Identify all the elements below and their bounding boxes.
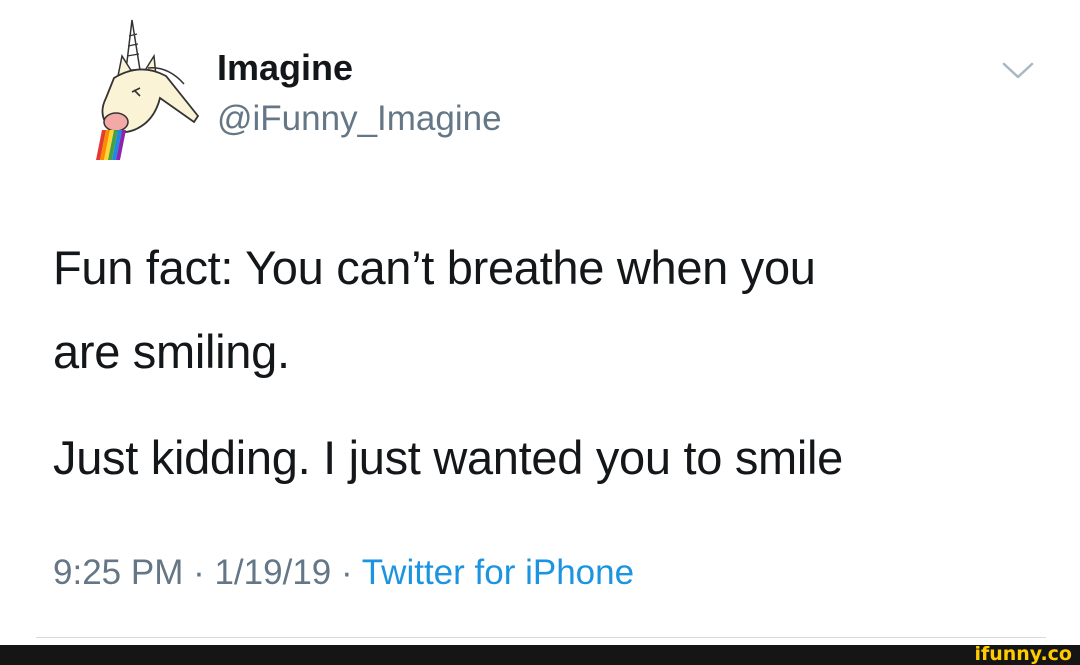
tweet-text-line: Fun fact: You can’t breathe when you bbox=[53, 241, 816, 294]
chevron-down-icon[interactable] bbox=[1000, 58, 1036, 82]
unicorn-rainbow-avatar-icon bbox=[96, 19, 200, 160]
tweet-text-line: Just kidding. I just wanted you to smile bbox=[53, 431, 844, 484]
tweet-time[interactable]: 9:25 PM bbox=[53, 553, 183, 592]
avatar[interactable] bbox=[88, 18, 200, 170]
user-handle[interactable]: @iFunny_Imagine bbox=[217, 97, 502, 141]
watermark-bar bbox=[0, 645, 1080, 665]
tweet-metadata: 9:25 PM · 1/19/19 · Twitter for iPhone bbox=[53, 551, 634, 595]
tweet-text-line: are smiling. bbox=[53, 325, 290, 378]
divider bbox=[36, 637, 1046, 638]
display-name[interactable]: Imagine bbox=[217, 46, 353, 90]
meta-separator: · bbox=[331, 553, 362, 592]
ifunny-watermark: ifunny.co bbox=[974, 643, 1072, 665]
tweet-source-link[interactable]: Twitter for iPhone bbox=[362, 553, 634, 592]
meta-separator: · bbox=[183, 553, 215, 592]
tweet-date[interactable]: 1/19/19 bbox=[214, 553, 331, 592]
